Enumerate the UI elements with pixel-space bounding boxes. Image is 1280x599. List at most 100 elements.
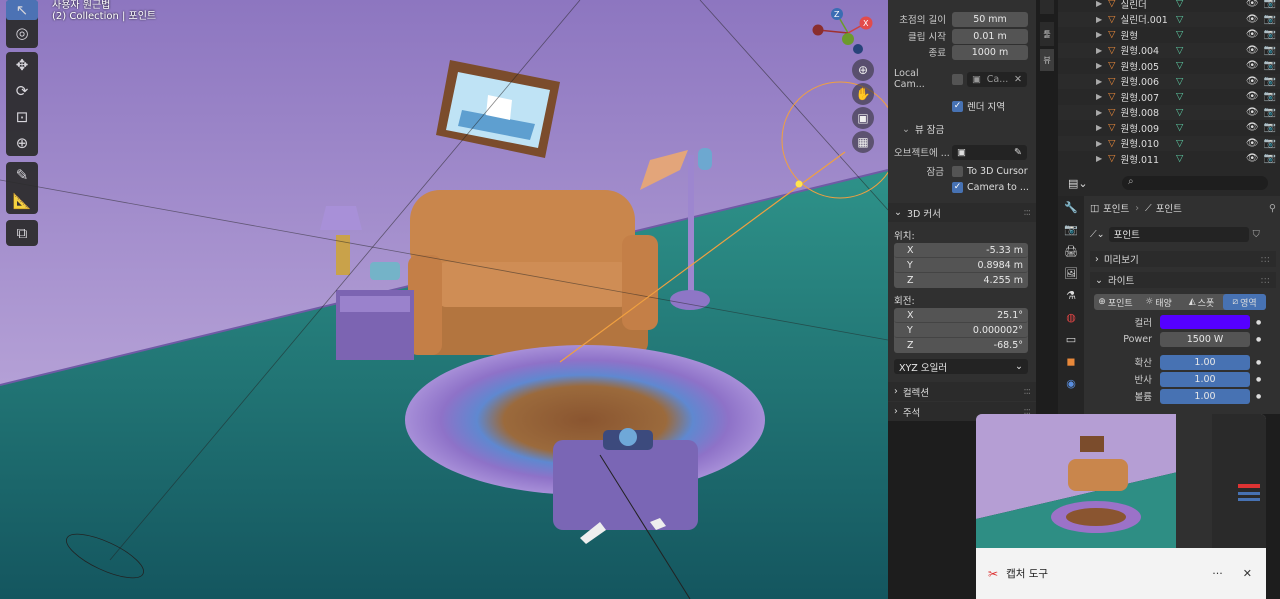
pin-icon[interactable]: ⚲ bbox=[1269, 203, 1276, 214]
eye-icon[interactable]: 👁 bbox=[1246, 0, 1259, 9]
rotation-z-field[interactable]: Z -68.5° bbox=[894, 338, 1028, 353]
outliner-row[interactable]: ▶ ▽ 원형.005 ▽ 👁 📷 bbox=[1058, 58, 1280, 74]
light-section[interactable]: ⌄ 라이트 ::: bbox=[1090, 272, 1276, 288]
outliner-row[interactable]: ▶ ▽ 원형.009 ▽ 👁 📷 bbox=[1058, 120, 1280, 136]
location-z-field[interactable]: Z 4.255 m bbox=[894, 273, 1028, 288]
breadcrumb-object[interactable]: 포인트 bbox=[1103, 201, 1129, 215]
breadcrumb-data[interactable]: 포인트 bbox=[1156, 201, 1182, 215]
3d-cursor-section[interactable]: ⌄ 3D 커서::: bbox=[888, 203, 1036, 222]
eye-icon[interactable]: 👁 bbox=[1246, 153, 1259, 164]
rotation-mode-select[interactable]: XYZ 오일러 ⌄ bbox=[894, 359, 1028, 374]
outliner-row[interactable]: ▶ ▽ 원형 ▽ 👁 📷 bbox=[1058, 27, 1280, 43]
eye-icon[interactable]: 👁 bbox=[1246, 138, 1259, 149]
camera-render-icon[interactable]: 📷 bbox=[1264, 107, 1276, 118]
expand-arrow-icon[interactable]: ▶ bbox=[1096, 0, 1102, 8]
move-tool-icon[interactable]: ✥ bbox=[6, 52, 38, 78]
camera-to-view-checkbox[interactable]: ✓ bbox=[952, 181, 963, 193]
power-field[interactable]: 1500 W bbox=[1160, 331, 1250, 347]
light-type-area[interactable]: ⧄ 영역 bbox=[1223, 294, 1266, 310]
expand-arrow-icon[interactable]: ▶ bbox=[1096, 61, 1102, 70]
preview-section[interactable]: › 미리보기 ::: bbox=[1090, 251, 1276, 267]
camera-view-icon[interactable]: ▣ bbox=[852, 107, 874, 129]
clip-end-field[interactable]: 1000 m bbox=[952, 44, 1028, 60]
expand-arrow-icon[interactable]: ▶ bbox=[1096, 139, 1102, 148]
collection-tab-icon[interactable]: ▭ bbox=[1058, 328, 1084, 350]
eye-icon[interactable]: 👁 bbox=[1246, 76, 1259, 87]
tab-view[interactable]: 뷰 bbox=[1040, 49, 1054, 71]
eye-icon[interactable]: 👁 bbox=[1246, 60, 1259, 71]
select-tool-icon[interactable]: ↖ bbox=[6, 0, 38, 20]
drag-grip-icon[interactable]: ::: bbox=[1260, 254, 1270, 265]
specular-field[interactable]: 1.00 bbox=[1160, 371, 1250, 387]
annotate-tool-icon[interactable]: ✎ bbox=[6, 162, 38, 188]
eye-icon[interactable]: 👁 bbox=[1246, 29, 1259, 40]
eye-icon[interactable]: 👁 bbox=[1246, 91, 1259, 102]
eye-icon[interactable]: 👁 bbox=[1246, 107, 1259, 118]
eye-icon[interactable]: 👁 bbox=[1246, 122, 1259, 133]
animate-dot-icon[interactable]: ● bbox=[1256, 376, 1261, 383]
expand-arrow-icon[interactable]: ▶ bbox=[1096, 46, 1102, 55]
scene-tab-icon[interactable]: ⚗ bbox=[1058, 284, 1084, 306]
to-3d-cursor-checkbox[interactable] bbox=[952, 165, 963, 177]
expand-arrow-icon[interactable]: ▶ bbox=[1096, 30, 1102, 39]
drag-grip-icon[interactable]: ::: bbox=[1260, 275, 1270, 286]
rotation-x-field[interactable]: X 25.1° bbox=[894, 308, 1028, 323]
output-tab-icon[interactable]: 🖨 bbox=[1058, 240, 1084, 262]
clear-icon[interactable]: ✕ bbox=[1014, 74, 1022, 85]
eyedropper-icon[interactable]: ✎ bbox=[1014, 147, 1022, 158]
outliner-row[interactable]: ▶ ▽ 실린더 ▽ 👁 📷 bbox=[1058, 0, 1280, 12]
light-type-sun[interactable]: ☼ 태양 bbox=[1137, 294, 1180, 310]
outliner-row[interactable]: ▶ ▽ 원형.004 ▽ 👁 📷 bbox=[1058, 42, 1280, 58]
outliner-row[interactable]: ▶ ▽ 원형.008 ▽ 👁 📷 bbox=[1058, 104, 1280, 120]
scale-tool-icon[interactable]: ⊡ bbox=[6, 104, 38, 130]
camera-render-icon[interactable]: 📷 bbox=[1264, 29, 1276, 40]
drag-grip-icon[interactable]: ::: bbox=[1023, 386, 1031, 397]
collection-section[interactable]: › 컬렉션::: bbox=[888, 382, 1036, 401]
diffuse-field[interactable]: 1.00 bbox=[1160, 354, 1250, 370]
local-camera-field[interactable]: ▣ Ca... ✕ bbox=[967, 71, 1027, 87]
outliner-row[interactable]: ▶ ▽ 원형.006 ▽ 👁 📷 bbox=[1058, 73, 1280, 89]
animate-dot-icon[interactable]: ● bbox=[1256, 336, 1261, 343]
3d-viewport[interactable]: Z X 사용자 원근법 (2) Collection | 포인트 ↖ ◎ ✥ ⟳… bbox=[0, 0, 888, 599]
location-x-field[interactable]: X -5.33 m bbox=[894, 243, 1028, 258]
expand-arrow-icon[interactable]: ▶ bbox=[1096, 108, 1102, 117]
grid-view-icon[interactable]: ▦ bbox=[852, 131, 874, 153]
outliner-row[interactable]: ▶ ▽ 원형.011 ▽ 👁 📷 bbox=[1058, 151, 1280, 167]
object-data-tab-icon[interactable]: ◉ bbox=[1058, 372, 1084, 394]
view-lock-header[interactable]: 뷰 잠금 bbox=[915, 122, 944, 136]
measure-tool-icon[interactable]: 📐 bbox=[6, 188, 38, 214]
cursor-tool-icon[interactable]: ◎ bbox=[6, 20, 38, 46]
outliner-row[interactable]: ▶ ▽ 원형.007 ▽ 👁 📷 bbox=[1058, 89, 1280, 105]
capture-tool-popup[interactable]: ✂ 캡처 도구 ··· ✕ bbox=[976, 414, 1266, 599]
outliner-row[interactable]: ▶ ▽ 원형.010 ▽ 👁 📷 bbox=[1058, 135, 1280, 151]
expand-arrow-icon[interactable]: ▶ bbox=[1096, 92, 1102, 101]
zoom-icon[interactable]: ⊕ bbox=[852, 59, 874, 81]
light-type-spot[interactable]: ◭ 스폿 bbox=[1180, 294, 1223, 310]
search-input[interactable]: ⌕ bbox=[1122, 176, 1268, 190]
volume-field[interactable]: 1.00 bbox=[1160, 388, 1250, 404]
camera-render-icon[interactable]: 📷 bbox=[1264, 45, 1276, 56]
location-y-field[interactable]: Y 0.8984 m bbox=[894, 258, 1028, 273]
more-options-button[interactable]: ··· bbox=[1212, 567, 1223, 580]
rotate-tool-icon[interactable]: ⟳ bbox=[6, 78, 38, 104]
expand-arrow-icon[interactable]: ▶ bbox=[1096, 154, 1102, 163]
add-cube-tool-icon[interactable]: ⧉ bbox=[6, 220, 38, 246]
expand-arrow-icon[interactable]: ▶ bbox=[1096, 15, 1102, 24]
eye-icon[interactable]: 👁 bbox=[1246, 45, 1259, 56]
datablock-name-field[interactable]: 포인트 bbox=[1108, 226, 1249, 242]
shield-icon[interactable]: ⛉ bbox=[1253, 229, 1260, 240]
world-tab-icon[interactable]: ◍ bbox=[1058, 306, 1084, 328]
pan-hand-icon[interactable]: ✋ bbox=[852, 83, 874, 105]
focal-length-field[interactable]: 50 mm bbox=[952, 11, 1028, 27]
camera-render-icon[interactable]: 📷 bbox=[1264, 122, 1276, 133]
rotation-y-field[interactable]: Y 0.000002° bbox=[894, 323, 1028, 338]
animate-dot-icon[interactable]: ● bbox=[1256, 393, 1261, 400]
chevron-down-icon[interactable]: ⌄ bbox=[902, 124, 910, 135]
animate-dot-icon[interactable]: ● bbox=[1256, 359, 1261, 366]
render-tab-icon[interactable]: 📷 bbox=[1058, 218, 1084, 240]
tab-edit[interactable] bbox=[1040, 0, 1054, 14]
eye-icon[interactable]: 👁 bbox=[1246, 14, 1259, 25]
expand-arrow-icon[interactable]: ▶ bbox=[1096, 123, 1102, 132]
light-type-point[interactable]: ⊕ 포인트 bbox=[1094, 294, 1137, 310]
clip-start-field[interactable]: 0.01 m bbox=[952, 28, 1028, 44]
